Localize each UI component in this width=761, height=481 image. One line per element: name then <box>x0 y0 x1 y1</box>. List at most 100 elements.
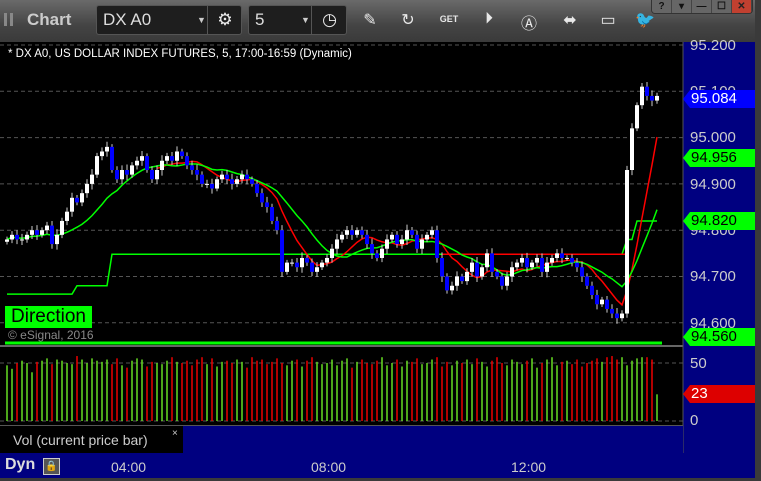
candle-body <box>600 299 604 305</box>
candle-body <box>585 276 589 286</box>
lock-clock-icon[interactable]: 🔒 <box>43 458 60 475</box>
candle-body <box>205 183 209 185</box>
candle-body <box>100 151 104 157</box>
candle-body <box>270 207 274 221</box>
candle-body <box>25 234 29 240</box>
candle-body <box>415 234 419 249</box>
candle-body <box>135 160 139 166</box>
last-price-tag: 95.084 <box>683 90 755 108</box>
candle-body <box>55 234 59 245</box>
candle-body <box>280 230 284 272</box>
candle-body <box>90 174 94 184</box>
candle-body <box>450 285 454 291</box>
dynamic-mode-label[interactable]: Dyn <box>5 456 35 474</box>
candle-body <box>165 156 169 161</box>
candle-body <box>335 239 339 249</box>
direction-value-tag: 94.820 <box>683 212 755 230</box>
price-tick: 94.700 <box>690 268 736 285</box>
candle-body <box>285 262 289 272</box>
candle-body <box>555 253 559 258</box>
candle-body <box>590 285 594 296</box>
candle-body <box>95 156 99 175</box>
candle-body <box>150 170 154 180</box>
candle-body <box>475 262 479 277</box>
price-tick: 94.900 <box>690 176 736 193</box>
candle-body <box>350 230 354 235</box>
candle-body <box>505 276 509 286</box>
candle-body <box>480 267 484 277</box>
candle-body <box>365 234 369 245</box>
candle-body <box>615 313 619 319</box>
candle-body <box>435 230 439 258</box>
candle-body <box>655 95 659 101</box>
candle-body <box>345 230 349 235</box>
candle-body <box>35 230 39 235</box>
candle-body <box>50 225 54 245</box>
candle-body <box>430 230 434 235</box>
candle-body <box>360 230 364 235</box>
candle-body <box>445 276 449 291</box>
candle-body <box>120 170 124 180</box>
candle-body <box>140 156 144 161</box>
candle-body <box>390 234 394 240</box>
candle-body <box>75 197 79 203</box>
candle-body <box>605 299 609 309</box>
candle-body <box>310 262 314 272</box>
candle-body <box>290 262 294 264</box>
candle-body <box>340 234 344 240</box>
candle-body <box>640 86 644 106</box>
chart-canvas <box>0 42 684 453</box>
volume-study-label[interactable]: Vol (current price bar) <box>13 432 148 448</box>
candle-body <box>490 253 494 272</box>
candle-body <box>410 230 414 235</box>
candle-body <box>175 151 179 161</box>
candle-body <box>385 239 389 249</box>
time-tick: 08:00 <box>311 459 347 475</box>
candle-body <box>395 234 399 245</box>
candle-body <box>130 165 134 175</box>
candle-body <box>405 230 409 240</box>
study-label-row: Vol (current price bar) × <box>0 425 683 454</box>
candle-body <box>570 257 574 263</box>
candle-body <box>155 170 159 180</box>
candle-body <box>560 253 564 258</box>
candle-body <box>160 160 164 171</box>
candle-body <box>440 257 444 277</box>
candle-body <box>625 170 629 314</box>
ma-slow-line <box>6 163 658 288</box>
candle-body <box>610 308 614 314</box>
candle-body <box>650 95 654 101</box>
candle-body <box>305 257 309 263</box>
candle-body <box>5 239 9 242</box>
close-study-icon[interactable]: × <box>172 428 178 439</box>
candle-body <box>370 244 374 254</box>
candle-body <box>180 151 184 157</box>
candle-body <box>510 267 514 277</box>
candle-body <box>325 257 329 263</box>
candle-body <box>220 174 224 180</box>
candle-body <box>265 202 269 208</box>
candle-body <box>110 146 114 171</box>
candle-body <box>250 179 254 184</box>
price-tick: 95.000 <box>690 129 736 146</box>
candle-body <box>620 313 624 319</box>
candle-body <box>240 174 244 180</box>
candle-body <box>255 183 259 194</box>
candle-body <box>275 220 279 231</box>
candle-body <box>260 193 264 203</box>
candle-body <box>105 146 109 152</box>
candle-body <box>315 267 319 272</box>
candle-body <box>215 179 219 189</box>
candle-body <box>40 230 44 235</box>
candle-body <box>195 170 199 175</box>
direction-label: Direction <box>5 306 92 328</box>
candle-body <box>495 271 499 277</box>
candle-body <box>355 230 359 235</box>
candle-body <box>485 253 489 268</box>
direction-base-tag: 94.560 <box>683 328 755 346</box>
candle-body <box>545 262 549 272</box>
candle-body <box>115 170 119 180</box>
candle-body <box>145 156 149 171</box>
time-tick: 04:00 <box>111 459 147 475</box>
last-volume-tag: 23 <box>683 385 755 403</box>
